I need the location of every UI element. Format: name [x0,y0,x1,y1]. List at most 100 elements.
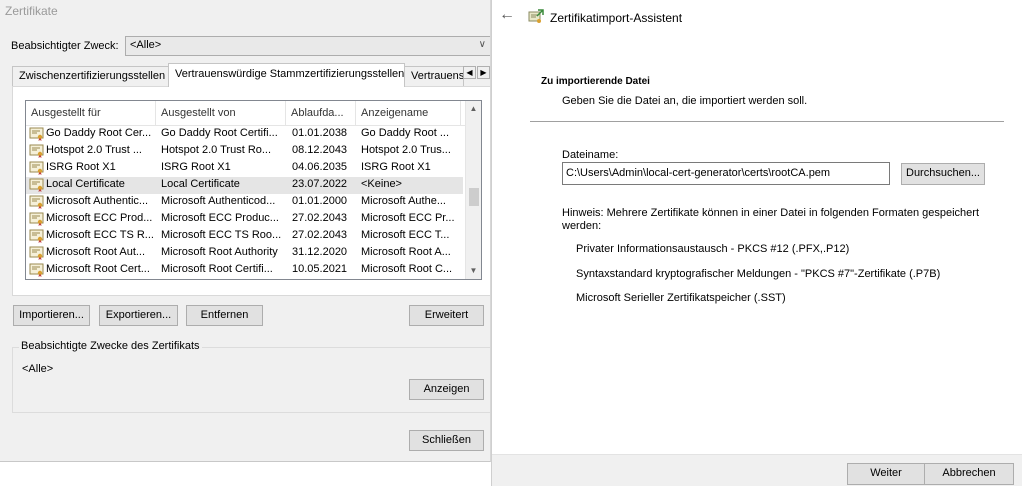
table-row[interactable]: Local Certificate Local Certificate 23.07.… [26,177,463,194]
tab-scroll-right-icon[interactable]: ▶ [477,66,490,79]
cell-name: Microsoft ECC T... [361,229,450,241]
purposes-group-label: Beabsichtigte Zwecke des Zertifikats [19,340,202,352]
column-friendly-name[interactable]: Anzeigename [356,101,461,126]
column-issued-to[interactable]: Ausgestellt für [26,101,156,126]
certificate-icon [29,212,44,226]
cell-issued-by: Hotspot 2.0 Trust Ro... [161,144,272,156]
cell-issued-to: Microsoft ECC TS R... [46,229,154,241]
scroll-thumb[interactable] [469,188,479,206]
table-row[interactable]: Microsoft Root Aut... Microsoft Root Auth… [26,245,463,262]
browse-button[interactable]: Durchsuchen... [901,163,985,185]
cancel-button[interactable]: Abbrechen [924,463,1014,485]
cell-issued-to: Microsoft ECC Prod... [46,212,153,224]
cell-expires: 04.06.2035 [292,161,348,173]
wizard-footer: Weiter Abbrechen [492,454,1022,486]
certificate-wizard-icon [528,9,544,23]
hint-text: Hinweis: Mehrere Zertifikate können in e… [562,207,979,232]
export-button[interactable]: Exportieren... [99,305,178,326]
section-subheading: Geben Sie die Datei an, die importiert w… [562,95,808,107]
view-button[interactable]: Anzeigen [409,379,484,400]
certificate-list[interactable]: Ausgestellt für Ausgestellt von Ablaufda… [25,100,482,280]
cell-issued-by: Microsoft ECC TS Roo... [161,229,282,241]
column-issued-by[interactable]: Ausgestellt von [156,101,286,126]
cell-expires: 27.02.2043 [292,229,348,241]
tab-trusted-root-cas[interactable]: Vertrauenswürdige Stammzertifizierungsst… [168,63,405,87]
filename-input[interactable]: C:\Users\Admin\local-cert-generator\cert… [562,162,890,185]
cell-name: Microsoft Authe... [361,195,446,207]
cell-issued-to: Microsoft Root Aut... [46,246,146,258]
cell-issued-to: Microsoft Root Cert... [46,263,150,275]
cell-issued-by: Microsoft ECC Produc... [161,212,279,224]
remove-button[interactable]: Entfernen [186,305,263,326]
scroll-down-icon[interactable]: ▼ [466,263,481,279]
cell-expires: 08.12.2043 [292,144,348,156]
table-row[interactable]: Microsoft Root Cert... Microsoft Root Cer… [26,262,463,279]
cell-name: <Keine> [361,178,402,190]
column-expiration[interactable]: Ablaufda... [286,101,356,126]
table-row[interactable]: Hotspot 2.0 Trust ... Hotspot 2.0 Trust R… [26,143,463,160]
cell-issued-by: Go Daddy Root Certifi... [161,127,278,139]
certificate-icon [29,127,44,141]
dialog-title: Zertifikate [5,4,58,18]
tab-trusted-publishers[interactable]: Vertrauens [404,66,464,86]
list-scrollbar[interactable]: ▲ ▼ [465,101,481,279]
cell-name: Microsoft Root C... [361,263,453,275]
cell-expires: 01.01.2038 [292,127,348,139]
header-separator [530,121,1004,122]
purposes-value: <Alle> [22,363,54,375]
advanced-button[interactable]: Erweitert [409,305,484,326]
purpose-label: Beabsichtigter Zweck: [11,40,119,52]
table-row[interactable]: ISRG Root X1 ISRG Root X1 04.06.2035 ISRG R… [26,160,463,177]
cell-name: Go Daddy Root ... [361,127,450,139]
filename-label: Dateiname: [562,149,619,161]
list-header: Ausgestellt für Ausgestellt von Ablaufda… [26,101,466,126]
close-button[interactable]: Schließen [409,430,484,451]
tab-intermediate-cas[interactable]: Zwischenzertifizierungsstellen [12,66,169,86]
next-button[interactable]: Weiter [847,463,925,485]
table-row[interactable]: Microsoft Authentic... Microsoft Authenti… [26,194,463,211]
cell-issued-to: Go Daddy Root Cer... [46,127,152,139]
format-pkcs12: Privater Informationsaustausch - PKCS #1… [576,243,850,255]
format-sst: Microsoft Serieller Zertifikatspeicher (… [576,292,786,304]
cell-name: ISRG Root X1 [361,161,431,173]
certificates-dialog: Zertifikate Beabsichtigter Zweck: <Alle>… [0,0,491,462]
section-heading: Zu importierende Datei [541,76,650,87]
cell-expires: 27.02.2043 [292,212,348,224]
certificate-icon [29,229,44,243]
import-button[interactable]: Importieren... [13,305,90,326]
cell-name: Microsoft ECC Pr... [361,212,455,224]
cell-expires: 10.05.2021 [292,263,348,275]
cell-issued-to: Microsoft Authentic... [46,195,149,207]
cell-issued-by: Microsoft Root Authority [161,246,278,258]
cell-issued-to: Local Certificate [46,178,125,190]
cell-issued-by: Local Certificate [161,178,240,190]
wizard-title: Zertifikatimport-Assistent [550,11,683,25]
cell-name: Hotspot 2.0 Trus... [361,144,451,156]
cell-issued-by: ISRG Root X1 [161,161,231,173]
certificate-icon [29,178,44,192]
cell-issued-by: Microsoft Authenticod... [161,195,276,207]
chevron-down-icon[interactable]: ∨ [479,39,486,50]
certificate-icon [29,246,44,260]
cell-expires: 31.12.2020 [292,246,348,258]
table-row[interactable]: Microsoft ECC Prod... Microsoft ECC Produ… [26,211,463,228]
cell-issued-to: ISRG Root X1 [46,161,116,173]
format-pkcs7: Syntaxstandard kryptografischer Meldunge… [576,268,941,280]
certificate-import-wizard: ← Zertifikatimport-Assistent Zu importie… [491,0,1022,486]
certificate-icon [29,195,44,209]
table-row[interactable]: Go Daddy Root Cer... Go Daddy Root Certif… [26,126,463,143]
certificate-icon [29,161,44,175]
scroll-up-icon[interactable]: ▲ [466,101,481,117]
cell-issued-by: Microsoft Root Certifi... [161,263,273,275]
cell-expires: 23.07.2022 [292,178,348,190]
purpose-combobox[interactable]: <Alle> ∨ [125,36,490,56]
certificate-icon [29,144,44,158]
cell-expires: 01.01.2000 [292,195,348,207]
certificate-icon [29,263,44,277]
cell-issued-to: Hotspot 2.0 Trust ... [46,144,142,156]
table-row[interactable]: Microsoft ECC TS R... Microsoft ECC TS Ro… [26,228,463,245]
cell-name: Microsoft Root A... [361,246,451,258]
purpose-combobox-value: <Alle> [130,39,162,51]
back-arrow-icon[interactable]: ← [499,6,515,24]
tab-scroll-left-icon[interactable]: ◀ [463,66,476,79]
